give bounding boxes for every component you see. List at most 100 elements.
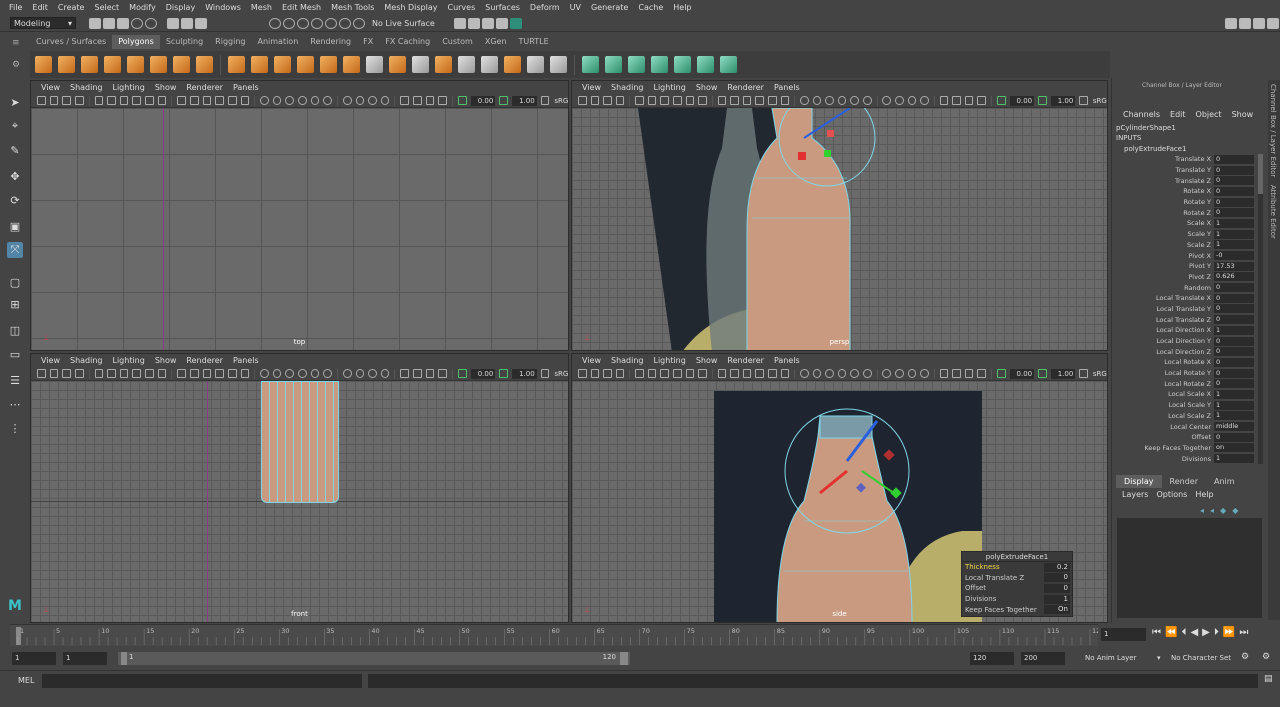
channel-value[interactable]: 0 [1214, 379, 1254, 389]
channel-value[interactable]: 0 [1214, 347, 1254, 357]
colorspace-label[interactable]: sRG [1093, 370, 1107, 378]
layer-tab-display[interactable]: Display [1116, 475, 1162, 488]
viewport-tool-icon[interactable] [672, 369, 682, 378]
viewport-tool-icon[interactable] [457, 369, 467, 378]
in-view-editor-row[interactable]: Divisions 1 [962, 594, 1072, 605]
viewport-persp[interactable]: View Shading Lighting Show Renderer Panels 0.… [571, 80, 1108, 351]
viewport-tool-icon[interactable] [1038, 96, 1047, 105]
channel-row[interactable]: Local Scale X1 [1112, 389, 1257, 400]
channel-value[interactable]: 0 [1214, 154, 1254, 164]
mirror-icon[interactable] [274, 56, 291, 73]
bevel-icon[interactable] [412, 56, 429, 73]
single-perspective-icon[interactable]: ▢ [7, 274, 23, 290]
viewport-menu-view[interactable]: View [36, 356, 65, 365]
viewport-tool-icon[interactable] [996, 369, 1006, 378]
viewport-tool-icon[interactable] [730, 96, 739, 105]
poly-torus-icon[interactable] [150, 56, 167, 73]
viewport-tool-icon[interactable] [272, 96, 282, 105]
in-view-value[interactable]: On [1044, 605, 1070, 615]
viewport-tool-icon[interactable] [920, 369, 929, 378]
sew-uv-icon[interactable] [720, 56, 737, 73]
menu-mesh[interactable]: Mesh [246, 3, 277, 12]
cylindrical-uv-icon[interactable] [605, 56, 622, 73]
append-polygon-icon[interactable] [527, 56, 544, 73]
in-view-value[interactable]: 1 [1044, 594, 1070, 604]
viewport-tool-icon[interactable] [413, 96, 422, 105]
gamma-field[interactable]: 1.00 [511, 368, 537, 379]
viewport-tool-icon[interactable] [996, 96, 1006, 105]
viewport-tool-icon[interactable] [862, 369, 872, 378]
shelf-tab-xgen[interactable]: XGen [479, 35, 513, 49]
viewport-tool-icon[interactable] [647, 369, 657, 378]
poly-sphere-icon[interactable] [35, 56, 52, 73]
channel-value[interactable]: 0 [1214, 186, 1254, 196]
snap-view-icon[interactable] [311, 17, 323, 29]
viewport-tool-icon[interactable] [882, 369, 892, 378]
viewport-tool-icon[interactable] [603, 369, 612, 378]
outliner-icon[interactable]: ☰ [7, 372, 23, 388]
viewport-menu-panels[interactable]: Panels [769, 356, 805, 365]
viewport-tool-icon[interactable] [240, 96, 250, 105]
poly-cube-icon[interactable] [58, 56, 75, 73]
play-forwards-icon[interactable]: ▶ [1202, 627, 1210, 638]
channel-row[interactable]: Offset 0 [1112, 432, 1257, 443]
viewport-tool-icon[interactable] [342, 96, 352, 105]
viewport-tool-icon[interactable] [425, 96, 435, 105]
range-slider[interactable]: 1 120 [118, 652, 630, 665]
viewport-tool-icon[interactable] [907, 96, 917, 105]
shelf-options-icon[interactable]: ⚙ [12, 60, 22, 70]
viewport-tool-icon[interactable] [62, 369, 71, 378]
viewport-menu-shading[interactable]: Shading [65, 83, 108, 92]
shelf-tab-fx[interactable]: FX [357, 35, 379, 49]
viewport-tool-icon[interactable] [368, 369, 377, 378]
poly-cone-icon[interactable] [104, 56, 121, 73]
channel-row[interactable]: Pivot X -0 [1112, 250, 1257, 261]
poly-cylinder-icon[interactable] [81, 56, 98, 73]
viewport-tool-icon[interactable] [285, 96, 295, 105]
preferences-icon[interactable]: ⚙ [1262, 652, 1270, 662]
in-view-editor-row[interactable]: Keep Faces Together On [962, 604, 1072, 615]
go-to-start-icon[interactable]: ⏮ [1152, 627, 1161, 638]
redo-icon[interactable] [145, 17, 157, 29]
viewport-tool-icon[interactable] [355, 96, 365, 105]
viewport-tool-icon[interactable] [812, 369, 822, 378]
playback-end-field[interactable]: 120 [970, 652, 1014, 665]
viewport-tool-icon[interactable] [157, 96, 167, 105]
channel-value[interactable]: 0 [1214, 304, 1254, 314]
start-time-field[interactable]: 1 [12, 652, 56, 665]
colorspace-label[interactable]: sRG [554, 370, 568, 378]
four-view-icon[interactable]: ⊞ [7, 296, 23, 312]
scale-tool-icon[interactable]: ▣ [7, 218, 23, 234]
viewport-tool-icon[interactable] [94, 369, 104, 378]
menu-edit[interactable]: Edit [27, 3, 53, 12]
script-language-label[interactable]: MEL [18, 676, 34, 685]
anim-layer-select[interactable]: No Anim Layer [1085, 654, 1136, 662]
layout-icon-2[interactable] [1239, 17, 1251, 29]
play-backwards-icon[interactable]: ◀ [1190, 627, 1198, 638]
viewport-tool-icon[interactable] [862, 96, 872, 105]
range-handle-start[interactable] [121, 652, 127, 665]
more-layouts-icon[interactable]: ⋮ [7, 420, 23, 436]
viewport-tool-icon[interactable] [939, 369, 949, 378]
viewport-menu-panels[interactable]: Panels [228, 356, 264, 365]
channel-value[interactable]: 0 [1214, 283, 1254, 293]
render-icon[interactable] [453, 17, 466, 29]
viewport-tool-icon[interactable] [380, 96, 390, 105]
magnet-icon[interactable] [353, 17, 365, 29]
range-handle-end[interactable] [620, 652, 628, 665]
channel-value[interactable]: 0 [1214, 197, 1254, 207]
viewport-menu-panels[interactable]: Panels [228, 83, 264, 92]
channel-row[interactable]: Translate Y0 [1112, 165, 1257, 176]
viewport-tool-icon[interactable] [342, 369, 352, 378]
menu-display[interactable]: Display [161, 3, 201, 12]
go-to-end-icon[interactable]: ⏭ [1239, 627, 1248, 638]
viewport-menu-show[interactable]: Show [691, 356, 723, 365]
channel-value[interactable]: 0.626 [1214, 272, 1254, 282]
merge-icon[interactable] [550, 56, 567, 73]
viewport-tool-icon[interactable] [977, 369, 987, 378]
channel-row[interactable]: Scale Y1 [1112, 229, 1257, 240]
menu-select[interactable]: Select [89, 3, 124, 12]
menu-generate[interactable]: Generate [586, 3, 633, 12]
side-tab-1[interactable]: Attribute Editor [1268, 181, 1278, 243]
viewport-tool-icon[interactable] [227, 369, 237, 378]
